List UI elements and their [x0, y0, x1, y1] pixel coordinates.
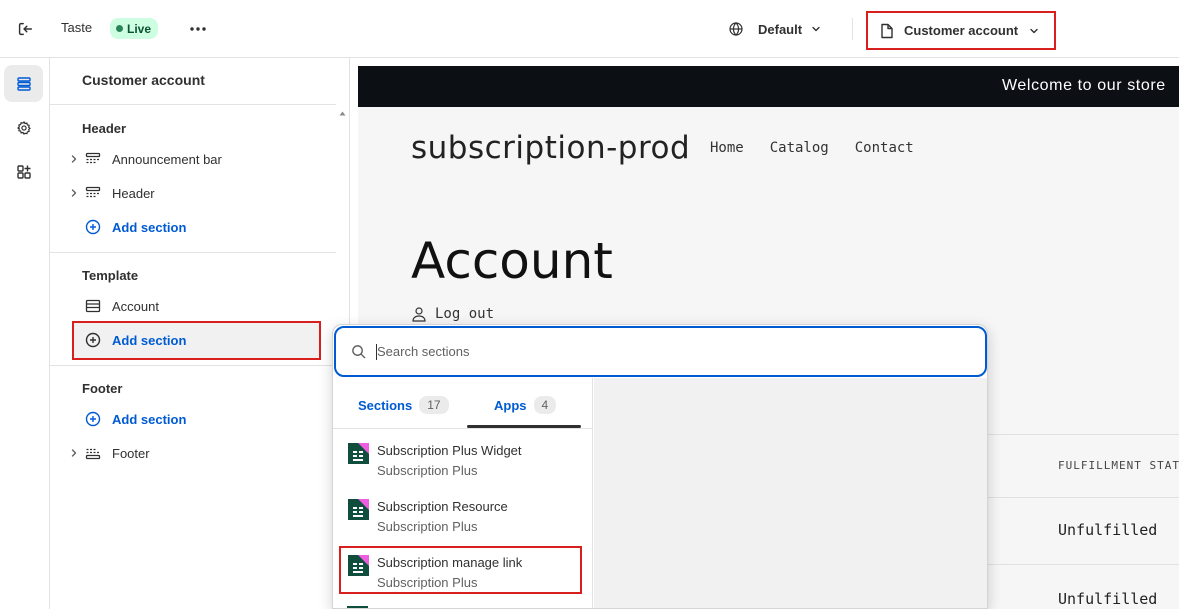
- plus-circle-icon: [84, 331, 102, 349]
- header-add-section-button[interactable]: Add section: [68, 214, 186, 240]
- header-group-label: Header: [82, 121, 127, 136]
- rail-settings-button[interactable]: [4, 109, 43, 146]
- user-icon: [412, 307, 426, 322]
- app-block-vendor: Subscription Plus: [377, 519, 478, 534]
- announcement-text: Welcome to our store: [1002, 77, 1166, 94]
- active-tab-indicator: [467, 425, 581, 428]
- sidebar-divider: [50, 365, 336, 366]
- rail-apps-button[interactable]: [4, 153, 43, 190]
- scroll-up-arrow-icon[interactable]: [339, 110, 346, 117]
- tree-item-header[interactable]: Header: [68, 180, 155, 206]
- tree-item-announcement-bar[interactable]: Announcement bar: [68, 146, 222, 172]
- add-section-label: Add section: [112, 332, 187, 348]
- tree-item-footer[interactable]: Footer: [68, 440, 150, 466]
- table-divider: [988, 434, 1179, 435]
- tree-item-label: Account: [112, 298, 159, 314]
- sidebar-divider: [50, 252, 336, 253]
- chevron-right-icon[interactable]: [68, 187, 80, 199]
- footer-add-section-button[interactable]: Add section: [68, 406, 186, 432]
- theme-name: Taste: [61, 20, 93, 35]
- exit-button[interactable]: [12, 16, 38, 42]
- app-block-name: Subscription Plus Widget: [377, 443, 522, 458]
- store-nav: Home Catalog Contact: [710, 140, 914, 156]
- nav-link-catalog[interactable]: Catalog: [770, 140, 829, 156]
- picker-tabs: Sections 17 Apps 4: [333, 378, 593, 429]
- more-actions-button[interactable]: [185, 16, 211, 42]
- account-heading: Account: [411, 232, 613, 290]
- tree-item-label: Header: [112, 185, 155, 201]
- tab-count-badge: 17: [419, 396, 449, 414]
- page-select-label: Customer account: [904, 23, 1019, 38]
- chevron-down-icon: [812, 26, 820, 32]
- picker-preview-panel: [594, 378, 987, 608]
- topbar-divider: [852, 18, 853, 40]
- live-status-badge: Live: [110, 18, 159, 39]
- apps-icon: [16, 164, 31, 179]
- more-horizontal-icon: [190, 27, 206, 31]
- left-rail: [0, 58, 50, 609]
- subscription-plus-app-icon: [348, 443, 369, 464]
- tab-label: Apps: [494, 397, 527, 413]
- top-bar: Taste Live Default Customer account: [0, 0, 1179, 58]
- tree-item-label: Announcement bar: [112, 151, 222, 167]
- gear-icon: [16, 120, 31, 135]
- app-block-vendor: Subscription Plus: [377, 463, 478, 478]
- table-divider: [988, 564, 1179, 565]
- live-dot-icon: [116, 25, 123, 32]
- footer-group-label: Footer: [82, 381, 123, 396]
- app-block-item[interactable]: Subscription Plus Widget Subscription Pl…: [347, 440, 587, 488]
- section-layout-icon: [84, 297, 102, 315]
- chevron-right-icon[interactable]: [68, 447, 80, 459]
- add-section-label: Add section: [112, 219, 187, 235]
- tree-item-label: Footer: [112, 445, 150, 461]
- globe-icon: [729, 22, 743, 36]
- nav-link-contact[interactable]: Contact: [855, 140, 914, 156]
- page-icon: [881, 23, 893, 38]
- announcement-bar: Welcome to our store: [358, 66, 1179, 107]
- manage-link-highlight: [339, 546, 582, 594]
- app-block-item[interactable]: Subscription Resource Subscription Plus: [347, 496, 587, 544]
- fulfillment-status-header: FULFILLMENT STATUS: [1058, 459, 1179, 472]
- tab-sections[interactable]: Sections 17: [358, 396, 449, 414]
- tree-item-account[interactable]: Account: [68, 293, 159, 319]
- logout-link[interactable]: Log out: [411, 306, 494, 322]
- search-icon: [352, 345, 366, 359]
- chevron-down-icon: [1030, 28, 1038, 33]
- page-select-dropdown[interactable]: Customer account: [866, 11, 1056, 50]
- exit-icon: [18, 22, 33, 36]
- sections-icon: [16, 76, 31, 91]
- table-divider: [988, 497, 1179, 498]
- viewport-select[interactable]: Default: [728, 16, 822, 42]
- add-section-label: Add section: [112, 411, 187, 427]
- search-sections-field[interactable]: [334, 326, 987, 377]
- template-add-section-button[interactable]: Add section: [68, 327, 186, 353]
- tab-count-badge: 4: [533, 396, 557, 414]
- app-block-name: Subscription Resource: [377, 499, 508, 514]
- nav-link-home[interactable]: Home: [710, 140, 744, 156]
- store-logo-text[interactable]: subscription-prod: [411, 130, 690, 166]
- section-layout-icon: [84, 150, 102, 168]
- chevron-right-icon[interactable]: [68, 153, 80, 165]
- theme-editor: Taste Live Default Customer account Cust…: [0, 0, 1179, 609]
- subscription-plus-app-icon: [348, 499, 369, 520]
- sidebar-title: Customer account: [82, 72, 205, 88]
- section-layout-icon: [84, 184, 102, 202]
- fulfillment-status-cell: Unfulfilled: [1058, 521, 1158, 539]
- viewport-select-label: Default: [758, 21, 803, 37]
- plus-circle-icon: [84, 410, 102, 428]
- section-layout-icon: [84, 444, 102, 462]
- tab-apps[interactable]: Apps 4: [494, 396, 557, 414]
- template-group-label: Template: [82, 268, 139, 283]
- live-status-text: Live: [127, 21, 152, 36]
- sidebar-divider: [50, 104, 336, 105]
- search-sections-input[interactable]: [377, 344, 937, 359]
- rail-sections-button[interactable]: [4, 65, 43, 102]
- tab-label: Sections: [358, 397, 413, 413]
- fulfillment-status-cell: Unfulfilled: [1058, 590, 1158, 608]
- plus-circle-icon: [84, 218, 102, 236]
- logout-label: Log out: [435, 306, 495, 322]
